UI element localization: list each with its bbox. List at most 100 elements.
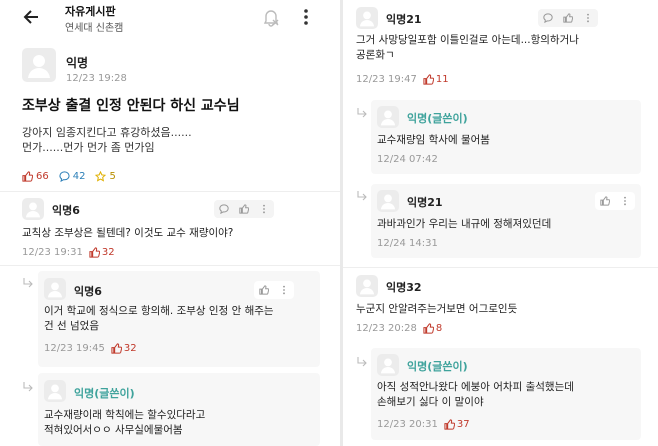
comment-line: 누군지 안알려주는거보면 어그로인듯 bbox=[356, 303, 518, 315]
comment-author: 익명21 bbox=[386, 13, 422, 26]
thumbs-up-icon bbox=[423, 323, 434, 334]
comment-line: 공론화ㄱ bbox=[356, 49, 395, 61]
comment-likes-value: 32 bbox=[123, 343, 137, 354]
comment-author: 익명(글쓴이) bbox=[74, 387, 135, 400]
reply-button[interactable] bbox=[538, 9, 558, 27]
more-button[interactable] bbox=[254, 200, 274, 218]
left-screen: 자유게시판 연세대 신촌캠 익명 12/23 19:28 조부상 출결 인정 안… bbox=[0, 0, 340, 446]
comment-bubble-icon bbox=[219, 204, 229, 214]
comment-time: 12/23 19:45 bbox=[44, 343, 105, 354]
comment-time: 12/24 14:31 bbox=[377, 238, 438, 249]
comment-actions bbox=[254, 281, 294, 299]
more-vertical-icon bbox=[624, 196, 626, 206]
post-author: 익명 bbox=[66, 56, 89, 70]
comment-actions bbox=[214, 200, 274, 218]
comment-line: 과바과인가 우리는 내규에 정해져있던데 bbox=[377, 218, 552, 230]
comment-body: 교칙상 조부상은 될텐데? 이것도 교수 재량이야? bbox=[22, 226, 233, 241]
comment-author: 익명(글쓴이) bbox=[407, 112, 468, 125]
comment-author: 익명21 bbox=[407, 196, 443, 209]
app-header: 자유게시판 연세대 신촌캠 bbox=[0, 0, 340, 38]
comment-line: 손해보기 싫다 이 말이야 bbox=[377, 396, 484, 408]
comment-line: 교수재량이래 학칙에는 할수있다라고 bbox=[44, 409, 206, 421]
avatar-icon bbox=[47, 282, 63, 298]
thumbs-up-icon bbox=[111, 343, 122, 354]
divider bbox=[343, 267, 658, 268]
avatar bbox=[22, 198, 44, 220]
thumbs-up-icon bbox=[444, 419, 455, 430]
thumbs-up-icon bbox=[600, 196, 610, 206]
comment-meta: 12/23 19:45 32 bbox=[44, 343, 137, 354]
more-vertical-icon bbox=[283, 285, 285, 295]
board-title: 자유게시판 bbox=[65, 5, 116, 18]
avatar-icon bbox=[380, 194, 396, 210]
comment-body: 아직 성적안나왔다 에붕아 어차피 출석했는데손해보기 싫다 이 말이야 bbox=[377, 380, 574, 410]
comment-actions bbox=[538, 9, 598, 27]
board-subtitle: 연세대 신촌캠 bbox=[65, 23, 124, 34]
post-body-line: 먼가......먼가 먼가 좀 먼가임 bbox=[22, 141, 155, 154]
bell-off-icon[interactable] bbox=[262, 7, 280, 27]
like-button[interactable] bbox=[595, 192, 615, 210]
comment-line: 적혀있어서ㅇㅇ 사무실에물어봄 bbox=[44, 424, 183, 436]
reply-arrow-icon bbox=[23, 382, 33, 392]
comment-line: 건 선 넘었음 bbox=[44, 320, 99, 332]
comment-body: 그거 사망당일포함 이틀인걸로 아는데...항의하거나공론화ㄱ bbox=[356, 33, 579, 63]
comment-line: 아직 성적안나왔다 에붕아 어차피 출석했는데 bbox=[377, 381, 574, 393]
more-button[interactable] bbox=[615, 192, 635, 210]
reply-arrow-icon bbox=[357, 108, 367, 118]
comment-author: 익명6 bbox=[74, 285, 102, 298]
reply-arrow-icon bbox=[357, 191, 367, 201]
comment-count: 42 bbox=[59, 171, 86, 182]
comment-bubble-icon bbox=[543, 13, 553, 23]
comment-meta: 12/23 20:28 8 bbox=[356, 323, 442, 334]
post-title: 조부상 출결 인정 안된다 하신 교수님 bbox=[22, 98, 240, 114]
comment-author: 익명(글쓴이) bbox=[407, 360, 468, 373]
comment-line: 교수재량임 학사에 물어봄 bbox=[377, 134, 490, 146]
divider bbox=[0, 191, 340, 192]
comment-likes-value: 11 bbox=[435, 74, 449, 85]
comment-meta: 12/23 19:31 32 bbox=[22, 247, 115, 258]
comment-time: 12/23 20:31 bbox=[377, 419, 438, 430]
right-screen: 익명21 그거 사망당일포함 이틀인걸로 아는데...항의하거나공론화ㄱ 12/… bbox=[343, 0, 658, 446]
post-stats: 66 42 5 bbox=[22, 171, 116, 182]
comment-likes-value: 32 bbox=[101, 247, 115, 258]
comment-body: 누군지 안알려주는거보면 어그로인듯 bbox=[356, 302, 517, 317]
comment-meta: 12/24 07:42 bbox=[377, 154, 438, 165]
thumbs-up-icon bbox=[563, 13, 573, 23]
avatar bbox=[44, 278, 66, 300]
comment-likes-value: 8 bbox=[435, 323, 443, 334]
avatar bbox=[377, 106, 399, 128]
comment-body: 과바과인가 우리는 내규에 정해져있던데 bbox=[377, 217, 551, 232]
reply-arrow-icon bbox=[357, 357, 367, 367]
avatar bbox=[22, 48, 56, 82]
avatar-icon bbox=[380, 110, 396, 126]
like-count: 66 bbox=[22, 171, 49, 182]
back-arrow-icon[interactable] bbox=[22, 7, 42, 27]
comment-likes: 8 bbox=[423, 323, 442, 334]
post-body: 강아지 임종지킨다고 휴강하셨음...... 먼가......먼가 먼가 좀 먼… bbox=[22, 125, 192, 155]
comment-author: 익명32 bbox=[386, 281, 422, 294]
more-vertical-icon bbox=[587, 13, 589, 23]
comment-author: 익명6 bbox=[52, 204, 80, 217]
more-vertical-icon[interactable] bbox=[303, 7, 309, 27]
avatar bbox=[377, 354, 399, 376]
comment-time: 12/24 07:42 bbox=[377, 154, 438, 165]
like-button[interactable] bbox=[558, 9, 578, 27]
comment-likes: 11 bbox=[423, 74, 449, 85]
more-button[interactable] bbox=[578, 9, 598, 27]
comment-count-value: 42 bbox=[72, 171, 86, 182]
comment-time: 12/23 20:28 bbox=[356, 323, 417, 334]
comment-meta: 12/23 19:47 11 bbox=[356, 74, 449, 85]
comment-likes: 32 bbox=[89, 247, 115, 258]
avatar bbox=[44, 380, 66, 402]
divider bbox=[0, 265, 340, 266]
more-button[interactable] bbox=[274, 281, 294, 299]
comment-body: 이거 학교에 정식으로 항의해. 조부상 인정 안 해주는 건 선 넘었음 bbox=[44, 304, 274, 334]
reply-button[interactable] bbox=[214, 200, 234, 218]
like-button[interactable] bbox=[234, 200, 254, 218]
like-button[interactable] bbox=[254, 281, 274, 299]
comment-meta: 12/24 14:31 bbox=[377, 238, 438, 249]
avatar-icon bbox=[359, 11, 375, 27]
comment-likes: 32 bbox=[111, 343, 137, 354]
comment-time: 12/23 19:31 bbox=[22, 247, 83, 258]
comment-line: 그거 사망당일포함 이틀인걸로 아는데...항의하거나 bbox=[356, 34, 579, 46]
